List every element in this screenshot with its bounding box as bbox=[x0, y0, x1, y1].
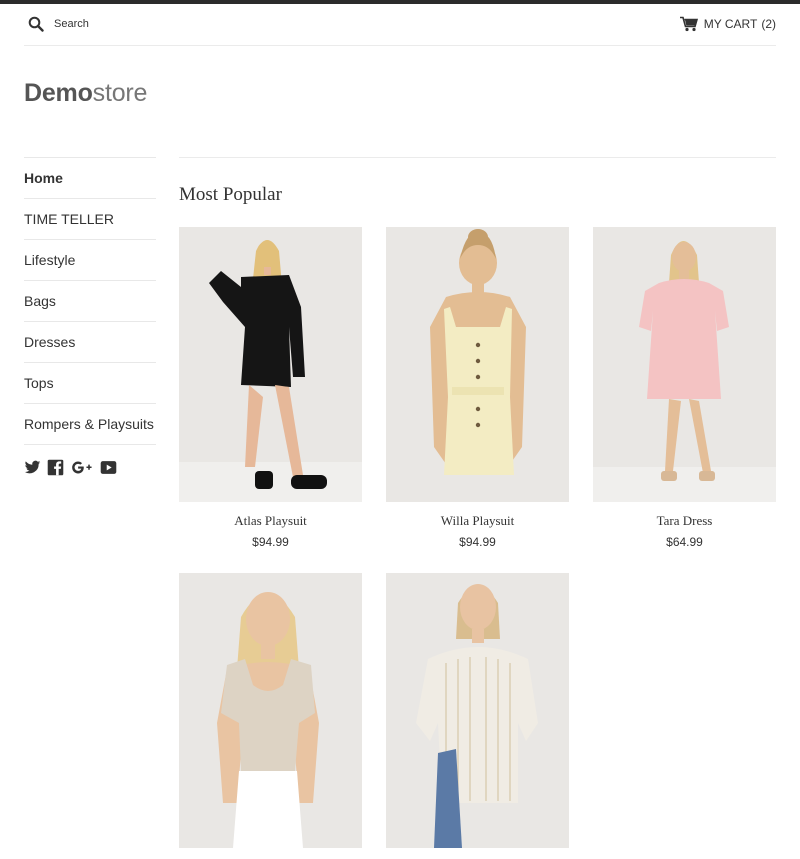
sidebar-item-lifestyle[interactable]: Lifestyle bbox=[24, 240, 156, 281]
twitter-icon[interactable] bbox=[24, 459, 41, 476]
product-card[interactable]: Atlas Playsuit $94.99 bbox=[179, 227, 362, 549]
sidebar-item-home[interactable]: Home bbox=[24, 158, 156, 199]
section-title: Most Popular bbox=[179, 184, 282, 205]
product-card[interactable]: Tara Dress $64.99 bbox=[593, 227, 776, 549]
sidebar-item-rompers-playsuits[interactable]: Rompers & Playsuits bbox=[24, 404, 156, 445]
product-image[interactable] bbox=[179, 227, 362, 502]
google-plus-icon[interactable] bbox=[70, 459, 94, 476]
product-price: $64.99 bbox=[666, 535, 703, 549]
logo-light-text: store bbox=[92, 79, 148, 107]
product-price: $94.99 bbox=[459, 535, 496, 549]
cart-count: (2) bbox=[761, 17, 776, 31]
product-price: $94.99 bbox=[252, 535, 289, 549]
sidebar-nav: Home TIME TELLER Lifestyle Bags Dresses … bbox=[24, 157, 156, 445]
product-name[interactable]: Tara Dress bbox=[593, 513, 776, 529]
section-divider bbox=[179, 157, 776, 158]
facebook-icon[interactable] bbox=[47, 459, 64, 476]
product-card[interactable]: Willa Playsuit $94.99 bbox=[386, 227, 569, 549]
sidebar-item-bags[interactable]: Bags bbox=[24, 281, 156, 322]
search-input[interactable] bbox=[54, 14, 254, 34]
sidebar-item-dresses[interactable]: Dresses bbox=[24, 322, 156, 363]
header: MY CART (2) bbox=[24, 4, 776, 46]
cart-link[interactable]: MY CART (2) bbox=[679, 16, 776, 32]
product-name[interactable]: Atlas Playsuit bbox=[179, 513, 362, 529]
youtube-icon[interactable] bbox=[100, 459, 117, 476]
sidebar: Home TIME TELLER Lifestyle Bags Dresses … bbox=[24, 157, 156, 476]
product-image[interactable] bbox=[179, 573, 362, 848]
product-image[interactable] bbox=[386, 573, 569, 848]
cart-icon bbox=[679, 16, 698, 32]
product-image[interactable] bbox=[386, 227, 569, 502]
product-name[interactable]: Willa Playsuit bbox=[386, 513, 569, 529]
search-icon[interactable] bbox=[28, 16, 44, 32]
social-links bbox=[24, 459, 156, 476]
logo-bold-text: Demo bbox=[24, 79, 93, 107]
product-image[interactable] bbox=[593, 227, 776, 502]
sidebar-item-time-teller[interactable]: TIME TELLER bbox=[24, 199, 156, 240]
store-logo[interactable]: Demostore bbox=[24, 78, 147, 108]
sidebar-item-tops[interactable]: Tops bbox=[24, 363, 156, 404]
cart-label: MY CART bbox=[703, 17, 758, 31]
product-card[interactable] bbox=[386, 573, 569, 859]
product-card[interactable] bbox=[179, 573, 362, 859]
